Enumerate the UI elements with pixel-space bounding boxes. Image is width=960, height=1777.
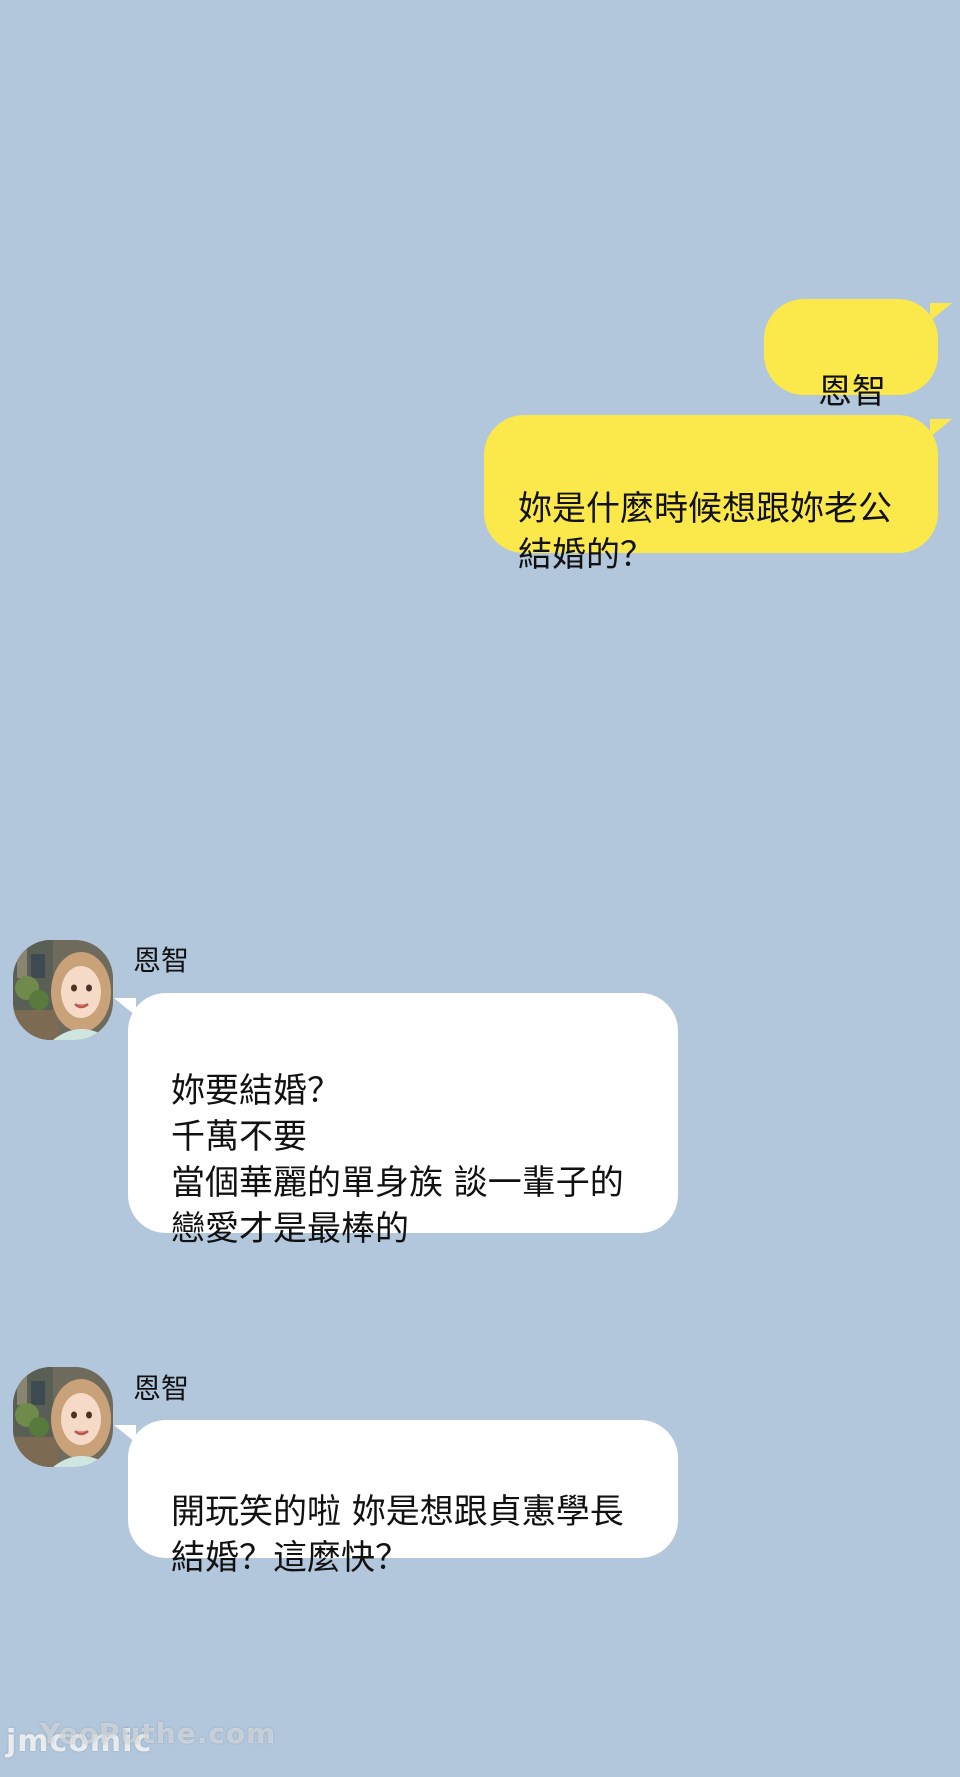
watermark: YeoPuthe.com jmcomic bbox=[6, 1717, 275, 1762]
bubble-tail bbox=[930, 303, 952, 321]
incoming-message-bubble[interactable]: 開玩笑的啦 妳是想跟貞憲學長 結婚？這麼快？ bbox=[128, 1420, 678, 1578]
message-text: 妳要結婚？ 千萬不要 當個華麗的單身族 談一輩子的 戀愛才是最棒的 bbox=[171, 1071, 624, 1249]
outgoing-message-bubble[interactable]: 妳是什麼時候想跟妳老公 結婚的？ bbox=[484, 415, 938, 575]
message-text: 妳是什麼時候想跟妳老公 結婚的？ bbox=[518, 489, 892, 575]
sender-avatar[interactable] bbox=[13, 940, 113, 1040]
avatar-portrait-icon bbox=[13, 940, 113, 1040]
sender-avatar[interactable] bbox=[13, 1367, 113, 1467]
sender-name: 恩智 bbox=[133, 944, 190, 977]
outgoing-message-bubble[interactable]: 恩智 bbox=[764, 299, 938, 412]
bubble-tail bbox=[930, 419, 952, 437]
sender-name: 恩智 bbox=[133, 1372, 190, 1405]
avatar-portrait-icon bbox=[13, 1367, 113, 1467]
watermark-sub: YeoPuthe.com bbox=[40, 1717, 277, 1750]
message-text: 恩智 bbox=[818, 372, 886, 412]
message-text: 開玩笑的啦 妳是想跟貞憲學長 結婚？這麼快？ bbox=[171, 1492, 624, 1578]
incoming-message-bubble[interactable]: 妳要結婚？ 千萬不要 當個華麗的單身族 談一輩子的 戀愛才是最棒的 bbox=[128, 993, 678, 1249]
